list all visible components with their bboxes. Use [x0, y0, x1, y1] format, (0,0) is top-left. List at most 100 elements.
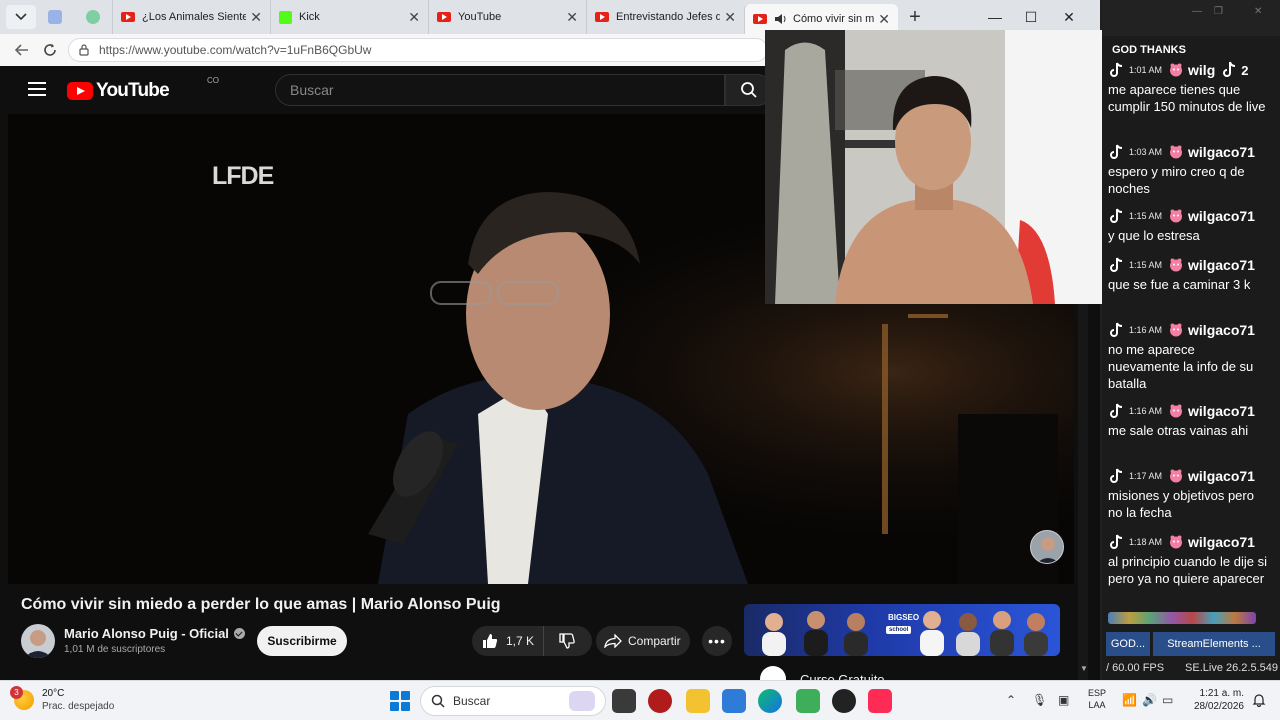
tab-2[interactable]: Kick ✕	[270, 0, 428, 34]
webcam-overlay	[765, 30, 1112, 304]
search-highlight-icon	[569, 691, 595, 711]
input-language[interactable]: ESP LAA	[1088, 687, 1106, 711]
minimize-button[interactable]: —	[976, 0, 1014, 34]
message-username: wilgaco71	[1188, 208, 1255, 224]
subscribe-button[interactable]: Suscribirme	[257, 626, 347, 656]
chat-header: GOD THANKS	[1112, 44, 1186, 56]
tiktok-live-icon[interactable]	[868, 689, 892, 713]
file-explorer-icon[interactable]	[686, 689, 710, 713]
wifi-icon[interactable]: 📶	[1122, 693, 1137, 707]
scroll-down-arrow-icon[interactable]: ▼	[1080, 664, 1088, 673]
search-icon	[741, 82, 757, 98]
menu-icon[interactable]	[28, 82, 46, 96]
tiktok-icon	[1108, 533, 1124, 551]
like-count: 1,7 K	[506, 634, 535, 648]
app-icon-1[interactable]	[648, 689, 672, 713]
tab-4[interactable]: Entrevistando Jefes de N ✕	[586, 0, 744, 34]
chat-tab-streamelements[interactable]: StreamElements ...	[1153, 632, 1275, 656]
restore-icon[interactable]: ❐	[1214, 6, 1223, 17]
user-badge-icon	[1170, 323, 1183, 337]
youtube-logo[interactable]: YouTube CO	[67, 76, 219, 102]
speaker-icon[interactable]	[774, 13, 788, 25]
tiktok-icon	[1108, 467, 1124, 485]
minimize-icon[interactable]: —	[1192, 6, 1202, 17]
chat-message: 1:15 AM wilgaco71 y que lo estresa	[1108, 206, 1268, 244]
site-info-icon[interactable]	[77, 43, 91, 57]
close-icon[interactable]: ✕	[878, 11, 890, 28]
ad-sub-brand: school	[886, 626, 912, 634]
chat-tab-god[interactable]: GOD...	[1106, 632, 1150, 656]
tab-3[interactable]: YouTube ✕	[428, 0, 586, 34]
share-button[interactable]: Compartir	[596, 626, 690, 656]
taskbar-search[interactable]: Buscar	[420, 686, 606, 716]
message-time: 1:16 AM	[1129, 406, 1163, 416]
close-window-button[interactable]: ✕	[1050, 0, 1088, 34]
maximize-button[interactable]: ☐	[1012, 0, 1050, 34]
more-actions-button[interactable]: •••	[702, 626, 732, 656]
message-text: me sale otras vainas ahi	[1108, 423, 1249, 438]
thumbs-down-icon	[559, 633, 575, 649]
gift-tiktok-icon	[1221, 61, 1237, 79]
channel-avatar[interactable]	[21, 624, 55, 658]
sun-icon: 3	[10, 686, 34, 710]
sidebar-ad-banner[interactable]: BIGSEO school	[744, 604, 1060, 656]
weather-description: Prac. despejado	[42, 701, 115, 712]
ad-title: Curso Gratuito	[800, 671, 885, 681]
channel-name[interactable]: Mario Alonso Puig - Oficial	[64, 626, 245, 641]
app-icon-3[interactable]	[832, 689, 856, 713]
message-text: al principio cuando le dije si pero ya n…	[1108, 554, 1267, 586]
taskbar: 3 20°C Prac. despejado Buscar ⌃ 🎙 ▣ ESP …	[0, 680, 1280, 720]
reload-button[interactable]	[36, 36, 64, 64]
tiktok-icon	[1108, 207, 1124, 225]
ad-info-row[interactable]: Curso Gratuito	[760, 666, 885, 680]
display-icon[interactable]: ▣	[1058, 693, 1069, 707]
system-clock[interactable]: 1:21 a. m. 28/02/2026	[1188, 687, 1244, 713]
tab-title: Kick	[299, 11, 320, 23]
user-badge-icon	[1170, 404, 1183, 418]
search-placeholder: Buscar	[290, 82, 334, 98]
dislike-button[interactable]	[544, 626, 590, 656]
message-text: me aparece tienes que cumplir 150 minuto…	[1108, 82, 1266, 114]
microsoft-store-icon[interactable]	[722, 689, 746, 713]
share-icon	[604, 634, 622, 648]
thumbs-up-icon	[483, 634, 498, 648]
chevron-up-icon[interactable]: ⌃	[1006, 693, 1016, 707]
user-badge-icon	[1170, 469, 1183, 483]
volume-icon[interactable]: 🔊	[1142, 693, 1157, 707]
close-icon[interactable]: ✕	[250, 9, 262, 26]
microphone-icon[interactable]: 🎙	[1032, 693, 1047, 707]
close-icon[interactable]: ✕	[724, 9, 736, 26]
camera-icon	[48, 10, 62, 24]
close-icon[interactable]: ✕	[566, 9, 578, 26]
edge-icon[interactable]	[758, 689, 782, 713]
message-text: no me aparece nuevamente la info de su b…	[1108, 342, 1254, 391]
new-tab-button[interactable]: +	[898, 2, 932, 32]
tab-actions-button[interactable]	[6, 5, 36, 29]
notification-bell-icon[interactable]	[1252, 693, 1266, 707]
chat-message: 1:16 AM wilgaco71 no me aparece nuevamen…	[1108, 320, 1268, 392]
battery-icon[interactable]: ▭	[1162, 693, 1173, 707]
channel-watermark-avatar[interactable]	[1030, 530, 1064, 564]
chat-tabs: GOD... StreamElements ...	[1106, 632, 1278, 656]
weather-widget[interactable]: 3 20°C Prac. despejado	[10, 686, 115, 713]
close-icon[interactable]: ✕	[1254, 6, 1262, 17]
message-time: 1:01 AM	[1129, 65, 1163, 75]
start-button[interactable]	[390, 691, 410, 711]
tab-title: Entrevistando Jefes de N	[616, 11, 720, 23]
close-icon[interactable]: ✕	[408, 9, 420, 26]
pinned-tab-2[interactable]	[74, 0, 112, 34]
youtube-search-input[interactable]: Buscar	[275, 74, 725, 106]
reload-icon	[44, 44, 56, 56]
chat-message: 1:17 AM wilgaco71 misiones y objetivos p…	[1108, 466, 1268, 521]
pinned-tab-1[interactable]	[36, 0, 74, 34]
overlay-status: / 60.00 FPS SE.Live 26.2.5.549	[1106, 662, 1278, 674]
message-username: wilgaco71	[1188, 257, 1255, 273]
back-button[interactable]	[8, 36, 36, 64]
like-button[interactable]: 1,7 K	[472, 626, 544, 656]
app-icon-2[interactable]	[796, 689, 820, 713]
task-view-icon[interactable]	[612, 689, 636, 713]
tab-1[interactable]: ¿Los Animales Sienten A ✕	[112, 0, 270, 34]
message-username: wilgaco71	[1188, 534, 1255, 550]
url-field[interactable]: https://www.youtube.com/watch?v=1uFnB6QG…	[68, 38, 768, 62]
video-watermark: LFDE	[212, 162, 274, 190]
